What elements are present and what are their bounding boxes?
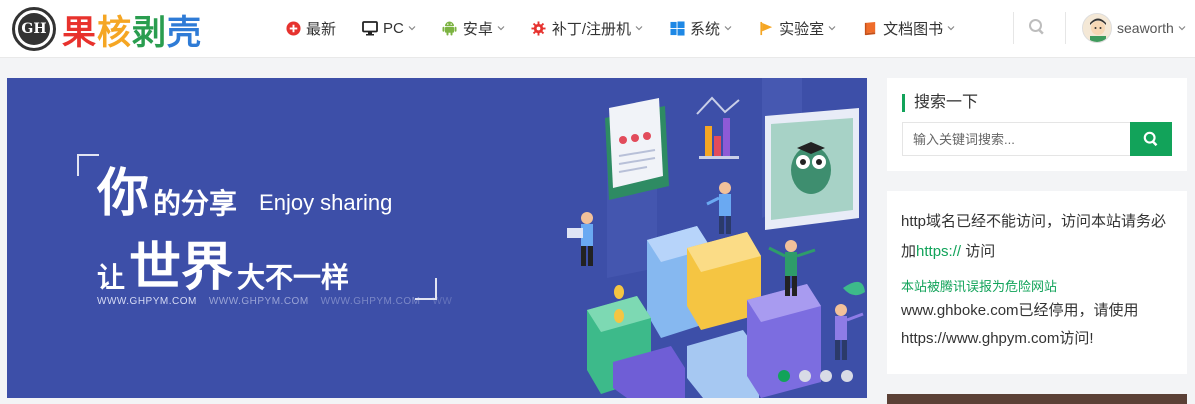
sidebar-search-button[interactable] [1130, 122, 1172, 156]
search-icon [1143, 131, 1158, 147]
nav-item-patch[interactable]: 补丁/注册机 [518, 0, 656, 56]
logo-badge: GH [12, 7, 56, 51]
banner-url-strip: WWW.GHPYM.COM WWW.GHPYM.COM WWW.GHPYM.CO… [97, 296, 452, 307]
site-header: GH 果核剥壳 最新 PC 安卓 补丁/注册机 系统 实验室 文档图书 seaw… [0, 0, 1195, 58]
nav-item-lab[interactable]: 实验室 [745, 0, 849, 56]
notice-widget: http域名已经不能访问，访问本站请务必加https:// 访问 本站被腾讯误报… [887, 191, 1187, 374]
logo-char: 壳 [167, 12, 202, 53]
nav-item-pc[interactable]: PC [349, 0, 429, 56]
logo-char: 核 [97, 12, 132, 53]
logo-text: 果核剥壳 [62, 5, 202, 54]
sidebar-search-input[interactable] [902, 122, 1144, 156]
book-icon [862, 20, 878, 36]
nav-label: 文档图书 [883, 20, 944, 38]
nav-item-android[interactable]: 安卓 [429, 0, 518, 56]
main-nav: 最新 PC 安卓 补丁/注册机 系统 实验室 文档图书 [272, 0, 968, 56]
nav-item-docs[interactable]: 文档图书 [849, 0, 968, 56]
nav-label: 补丁/注册机 [551, 20, 632, 38]
carousel-dot[interactable] [841, 370, 853, 382]
windows-icon [669, 20, 685, 36]
flag-icon [758, 20, 774, 36]
sidebar-image-widget[interactable] [887, 394, 1187, 404]
chevron-down-icon [408, 26, 416, 31]
notice-text: http域名已经不能访问，访问本站请务必加https:// 访问 [901, 207, 1173, 267]
search-widget: 搜索一下 [887, 78, 1187, 171]
notice-https[interactable]: https:// [916, 243, 961, 260]
chevron-down-icon [497, 26, 505, 31]
nav-label: 安卓 [462, 20, 493, 38]
monitor-icon [362, 20, 378, 36]
logo-char: 剥 [132, 12, 167, 53]
banner-mid-text: 的分享 [153, 188, 238, 220]
banner-illustration [567, 78, 865, 398]
chevron-down-icon [947, 26, 955, 31]
chevron-down-icon [828, 26, 836, 31]
hero-carousel[interactable]: 你 的分享 Enjoy sharing 让 世界 大不一样 WWW.GHPYM.… [7, 78, 867, 398]
notice-domain-change: www.ghboke.com已经停用，请使用https://www.ghpym.… [901, 302, 1139, 347]
nav-label: 实验室 [779, 20, 825, 38]
nav-item-latest[interactable]: 最新 [272, 0, 349, 56]
decorative-bracket [77, 154, 99, 176]
avatar [1082, 13, 1112, 43]
notice-part: 访问 [961, 243, 996, 260]
gear-icon [531, 20, 547, 36]
carousel-dot[interactable] [820, 370, 832, 382]
banner-big-text: 世界 [129, 239, 234, 297]
notice-warning-link[interactable]: 本站被腾讯误报为危险网站 [901, 279, 1173, 295]
carousel-dot[interactable] [778, 370, 790, 382]
header-search-button[interactable] [1024, 14, 1050, 40]
chevron-down-icon [1178, 26, 1186, 31]
user-name: seaworth [1117, 20, 1174, 36]
nav-label: 系统 [690, 20, 721, 38]
nav-label: 最新 [306, 20, 337, 38]
logo-char: 果 [62, 12, 97, 53]
chevron-down-icon [724, 26, 732, 31]
banner-url: WWW.GHPYM.COM [320, 296, 421, 307]
nav-item-system[interactable]: 系统 [656, 0, 745, 56]
header-divider [1013, 12, 1014, 44]
banner-english: Enjoy sharing [259, 190, 393, 215]
plus-circle-icon [285, 20, 301, 36]
banner-url: WWW.GHPYM.COM [97, 296, 197, 307]
carousel-indicators [778, 370, 853, 382]
search-icon [1029, 19, 1044, 35]
banner-headline-1: 你 的分享 Enjoy sharing [97, 168, 392, 220]
nav-label: PC [383, 19, 404, 37]
banner-url: WWW.GHPYM.COM [208, 296, 309, 307]
android-icon [442, 20, 458, 36]
banner-headline-2: 让 世界 大不一样 [97, 242, 349, 294]
banner-url: WW [432, 296, 453, 307]
banner-small-char: 让 [97, 262, 126, 294]
site-logo[interactable]: GH 果核剥壳 [12, 5, 202, 54]
banner-big-char: 你 [97, 165, 150, 223]
chevron-down-icon [635, 26, 643, 31]
logo-badge-text: GH [18, 13, 50, 45]
carousel-dot[interactable] [799, 370, 811, 382]
header-divider [1065, 12, 1066, 44]
banner-mid-text: 大不一样 [237, 262, 350, 294]
widget-title: 搜索一下 [902, 94, 978, 112]
user-menu[interactable]: seaworth [1082, 12, 1186, 44]
